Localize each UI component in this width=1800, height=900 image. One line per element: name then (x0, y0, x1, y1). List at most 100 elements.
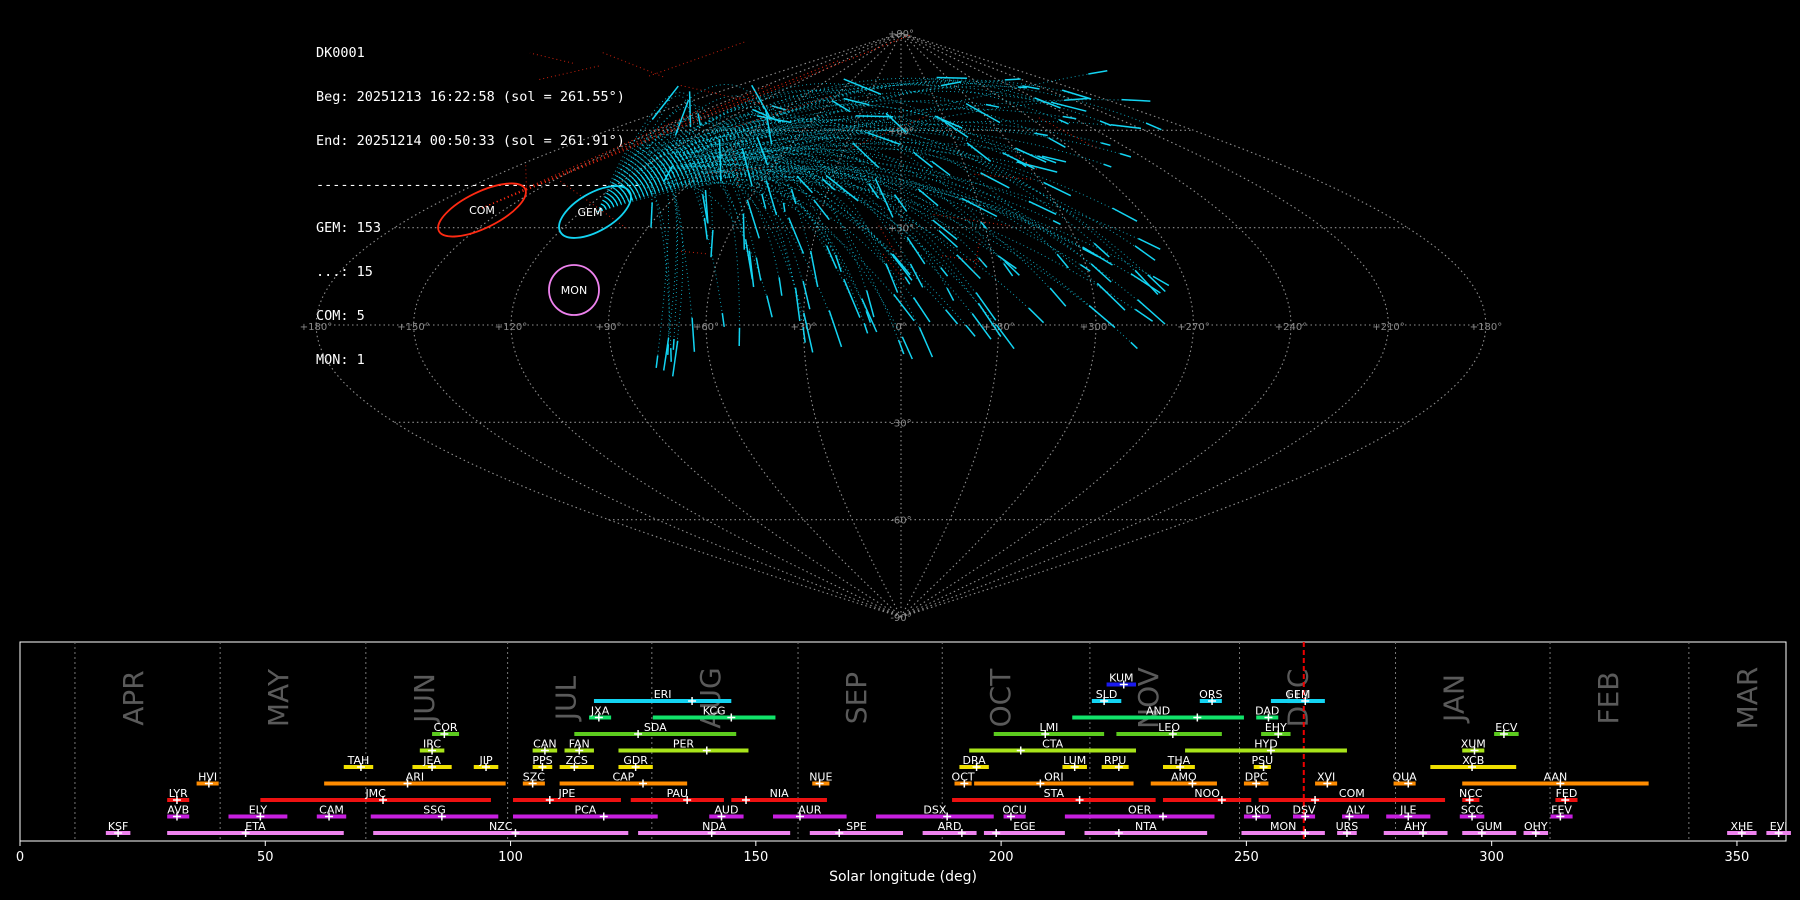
shower-label: SZC (523, 771, 546, 784)
x-tick-label: 150 (743, 850, 768, 865)
shower-label: URS (1336, 820, 1359, 833)
shower-label: XVI (1317, 771, 1335, 784)
shower-label: AUD (714, 804, 738, 817)
month-label: OCT (984, 668, 1017, 728)
shower-label: LEO (1158, 721, 1180, 734)
shower-timeline-chart: APR MAY JUN JUL AUG SEP OCT NOV DEC JAN FEB MARKSF E… (16, 641, 1791, 885)
shower-label: AHY (1404, 820, 1427, 833)
shower-label: OHY (1524, 820, 1548, 833)
shower-label: IRC (423, 738, 441, 751)
shower-label: CAP (612, 771, 634, 784)
month-label: MAR (1731, 667, 1764, 730)
shower-label: ALY (1346, 804, 1365, 817)
shower-label: ARI (406, 771, 424, 784)
shower-label: LMI (1040, 721, 1059, 734)
shower-label: EGE (1013, 820, 1035, 833)
shower-label: STA (1044, 787, 1065, 800)
shower-label: DSX (923, 804, 946, 817)
month-label: JUN (408, 673, 441, 725)
x-tick-label: 300 (1479, 850, 1504, 865)
shower-label: ERI (654, 688, 672, 701)
shower-label: OCT (952, 771, 975, 784)
x-tick-label: 0 (16, 850, 24, 865)
shower-label: SDA (644, 721, 667, 734)
shower-label: DRA (963, 754, 987, 767)
shower-label: GUM (1476, 820, 1502, 833)
month-label: FEB (1592, 671, 1625, 724)
shower-label: PSU (1251, 754, 1273, 767)
shower-label: HVI (198, 771, 217, 784)
shower-label: SCC (1461, 804, 1484, 817)
shower-label: XHE (1730, 820, 1753, 833)
month-label: JUL (550, 675, 583, 722)
shower-label: DSV (1293, 804, 1316, 817)
shower-label: JMC (364, 787, 386, 800)
x-tick-label: 100 (498, 850, 523, 865)
shower-label: AMO (1171, 771, 1197, 784)
shower-label: NOO (1194, 787, 1220, 800)
shower-label: XUM (1461, 738, 1486, 751)
shower-label: JPE (558, 787, 576, 800)
shower-label: SLD (1096, 688, 1118, 701)
shower-label: GDR (623, 754, 648, 767)
shower-label: OER (1128, 804, 1152, 817)
shower-label: CTA (1042, 738, 1064, 751)
shower-label: ARD (938, 820, 962, 833)
month-label: APR (117, 670, 150, 726)
timeline-x-axis: 0 50 100 150 200 250 300 350 Solar longitude (de… (16, 841, 1749, 885)
shower-label: ETA (245, 820, 266, 833)
shower-label: JXA (590, 705, 610, 718)
shower-label: SPE (846, 820, 867, 833)
shower-label: MON (1270, 820, 1296, 833)
shower-label: KCG (703, 705, 726, 718)
shower-label: KSF (108, 820, 129, 833)
shower-label: EHY (1265, 721, 1287, 734)
shower-label: AVB (167, 804, 189, 817)
shower-label: DPC (1245, 771, 1268, 784)
shower-label: SSG (423, 804, 446, 817)
x-tick-label: 50 (257, 850, 274, 865)
month-label: JAN (1438, 674, 1471, 724)
shower-label: DKD (1245, 804, 1269, 817)
shower-label: EVI (1770, 820, 1788, 833)
shower-label: JIP (478, 754, 492, 767)
shower-label: ECV (1495, 721, 1518, 734)
shower-label: DAD (1255, 705, 1279, 718)
x-axis-title: Solar longitude (deg) (829, 869, 977, 885)
shower-label: PAU (667, 787, 689, 800)
month-label: SEP (840, 672, 873, 724)
x-tick-label: 250 (1234, 850, 1259, 865)
shower-label: QUA (1392, 771, 1417, 784)
shower-label: NCC (1459, 787, 1483, 800)
shower-label: NZC (489, 820, 513, 833)
shower-bars: KSF ETA NZC NDA SPE ARD EGE NTA MON URS AHY GUM OHY X… (105, 672, 1791, 837)
month-label: NOV (1132, 667, 1165, 729)
shower-label: ZCS (566, 754, 588, 767)
shower-label: HYD (1254, 738, 1277, 751)
shower-label: OCU (1002, 804, 1026, 817)
shower-label: COM (1339, 787, 1365, 800)
shower-label: THA (1167, 754, 1191, 767)
shower-label: NTA (1135, 820, 1157, 833)
shower-label: PCA (574, 804, 596, 817)
shower-label: LUM (1063, 754, 1086, 767)
shower-label: CAN (533, 738, 556, 751)
shower-label: FED (1556, 787, 1578, 800)
shower-label: KUM (1109, 672, 1133, 685)
shower-label: ORS (1199, 688, 1222, 701)
shower-label: ELY (249, 804, 268, 817)
shower-label: COR (434, 721, 458, 734)
month-label: MAY (262, 668, 295, 727)
shower-label: NUE (809, 771, 832, 784)
shower-label: NDA (702, 820, 727, 833)
shower-label: TAH (347, 754, 370, 767)
shower-label: PPS (532, 754, 552, 767)
shower-label: LYR (169, 787, 188, 800)
shower-label: FEV (1551, 804, 1572, 817)
shower-label: PER (673, 738, 695, 751)
shower-label: ORI (1044, 771, 1064, 784)
x-tick-label: 350 (1725, 850, 1750, 865)
shower-label: CAM (319, 804, 344, 817)
x-tick-label: 200 (989, 850, 1014, 865)
shower-label: GEM (1285, 688, 1310, 701)
